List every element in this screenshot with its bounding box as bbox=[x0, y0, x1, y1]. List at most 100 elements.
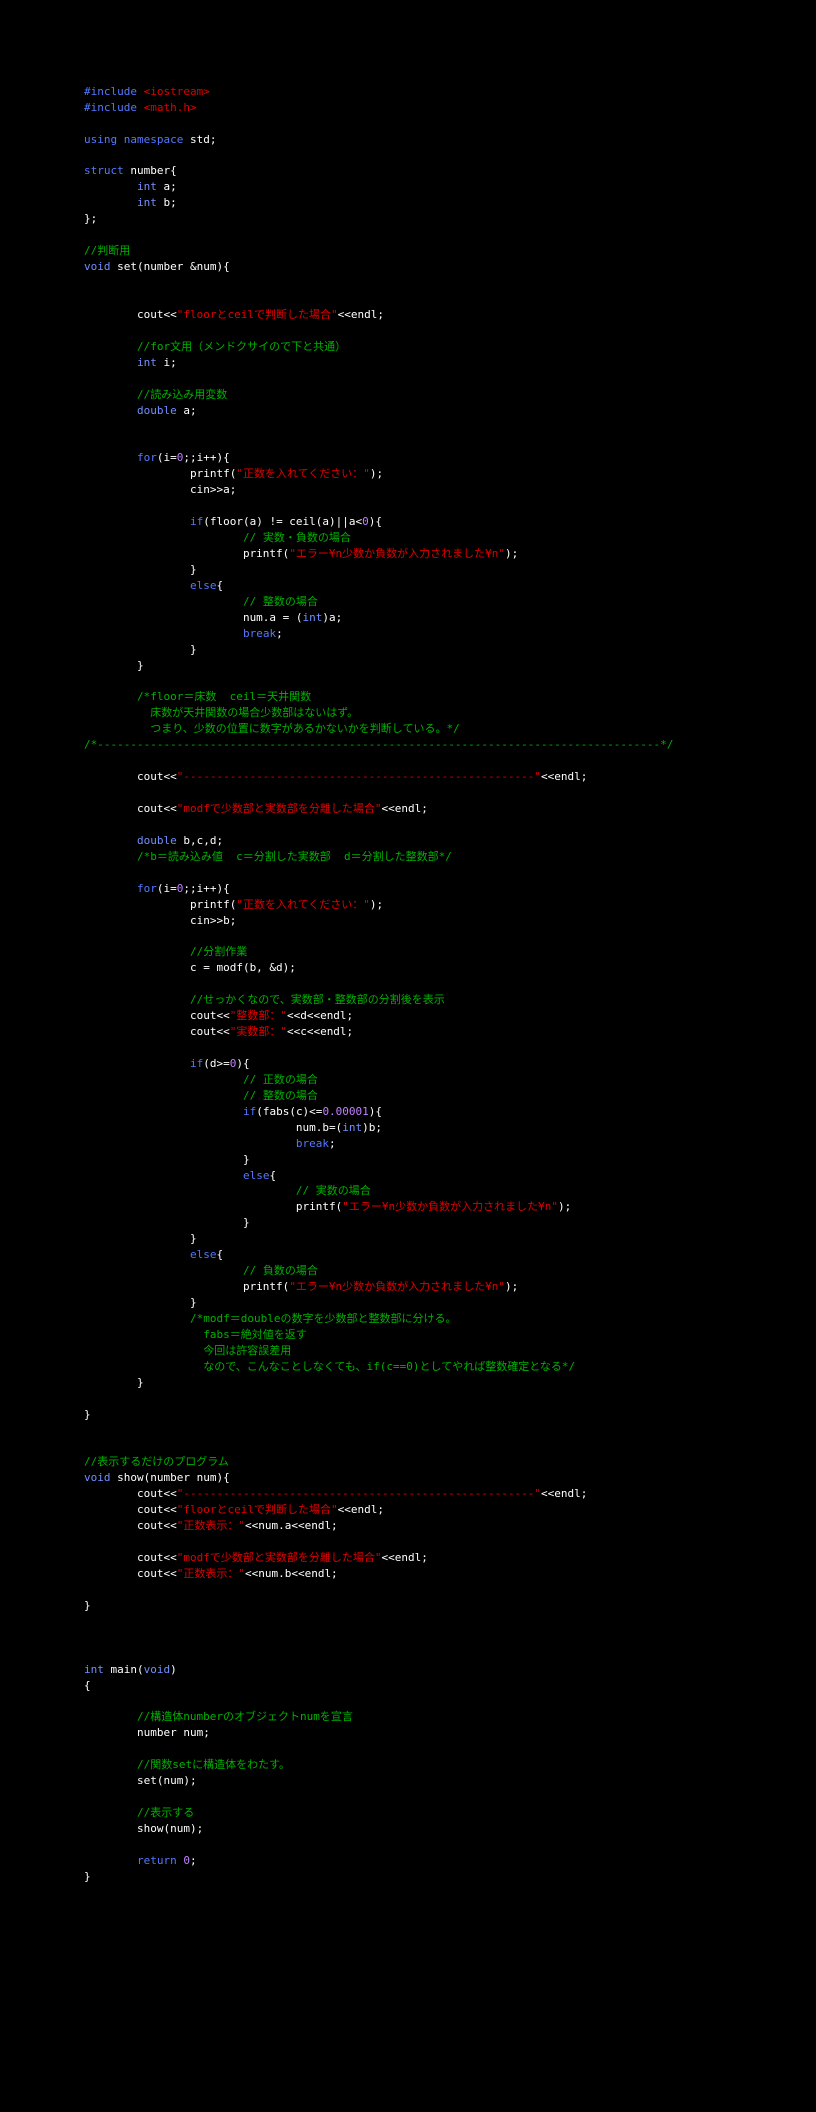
code-line: cout<<"正数表示："<<num.a<<endl; bbox=[84, 1518, 816, 1534]
code-token: ); bbox=[505, 547, 518, 560]
code-line: if(fabs(c)<=0.00001){ bbox=[84, 1104, 816, 1120]
code-line: } bbox=[84, 1295, 816, 1311]
code-token: <<num.b<<endl; bbox=[245, 1567, 338, 1580]
code-token: cout<< bbox=[84, 1487, 177, 1500]
code-token bbox=[84, 1264, 243, 1277]
code-token: //for文用（メンドクサイので下と共通） bbox=[137, 340, 346, 353]
code-token: } bbox=[84, 1599, 91, 1612]
code-token: } bbox=[84, 1296, 197, 1309]
code-token: (d>= bbox=[203, 1057, 230, 1070]
code-line: /*floor＝床数 ceil＝天井関数 bbox=[84, 689, 816, 705]
code-token: i; bbox=[157, 356, 177, 369]
code-token: show(num); bbox=[84, 1822, 203, 1835]
code-line bbox=[84, 1423, 816, 1439]
code-token bbox=[84, 388, 137, 401]
code-line: } bbox=[84, 1152, 816, 1168]
code-token: //分割作業 bbox=[190, 945, 247, 958]
code-token: cout<< bbox=[84, 1519, 177, 1532]
code-line bbox=[84, 1646, 816, 1662]
code-token: /*b＝読み込み値 c＝分割した実数部 d＝分割した整数部*/ bbox=[137, 850, 452, 863]
code-line: つまり、少数の位置に数字があるかないかを判断している。*/ bbox=[84, 721, 816, 737]
code-token bbox=[84, 1073, 243, 1086]
code-token: } bbox=[84, 1216, 250, 1229]
code-line: void set(number &num){ bbox=[84, 259, 816, 275]
code-line: int a; bbox=[84, 179, 816, 195]
code-token: ; bbox=[329, 1137, 336, 1150]
code-line bbox=[84, 291, 816, 307]
code-line: /*modf＝doubleの数字を少数部と整数部に分ける。 bbox=[84, 1311, 816, 1327]
code-line: { bbox=[84, 1678, 816, 1694]
code-line: // 正数の場合 bbox=[84, 1072, 816, 1088]
code-token: } bbox=[84, 1376, 144, 1389]
code-token bbox=[84, 356, 137, 369]
code-line: } bbox=[84, 562, 816, 578]
code-token: int bbox=[137, 356, 157, 369]
code-token: <<endl; bbox=[541, 1487, 587, 1500]
code-line: else{ bbox=[84, 578, 816, 594]
code-line: cout<<"modfで少数部と実数部を分離した場合"<<endl; bbox=[84, 1550, 816, 1566]
code-token: { bbox=[84, 1679, 91, 1692]
code-token: printf( bbox=[84, 1280, 289, 1293]
code-token: (i= bbox=[157, 451, 177, 464]
code-token bbox=[84, 451, 137, 464]
code-token: struct bbox=[84, 164, 124, 177]
code-token bbox=[84, 1758, 137, 1771]
code-token bbox=[84, 627, 243, 640]
code-token: ; bbox=[276, 627, 283, 640]
code-token bbox=[84, 340, 137, 353]
code-token: <iostream> bbox=[144, 85, 210, 98]
code-line bbox=[84, 1582, 816, 1598]
code-token: } bbox=[84, 659, 144, 672]
code-token: //表示する bbox=[137, 1806, 194, 1819]
code-token: "---------------------------------------… bbox=[177, 1487, 541, 1500]
code-line: printf("エラー¥n少数か負数が入力されました¥n"); bbox=[84, 546, 816, 562]
code-line: num.b=(int)b; bbox=[84, 1120, 816, 1136]
code-token: //読み込み用変数 bbox=[137, 388, 227, 401]
code-token: number num; bbox=[84, 1726, 210, 1739]
code-token: double bbox=[137, 404, 177, 417]
code-token: "modfで少数部と実数部を分離した場合" bbox=[177, 802, 382, 815]
code-token: (i= bbox=[157, 882, 177, 895]
code-token: namespace bbox=[124, 133, 184, 146]
code-token bbox=[137, 101, 144, 114]
code-line: // 整数の場合 bbox=[84, 594, 816, 610]
code-line: #include <math.h> bbox=[84, 100, 816, 116]
code-line bbox=[84, 498, 816, 514]
code-token: "整数部：" bbox=[230, 1009, 287, 1022]
code-line: return 0; bbox=[84, 1853, 816, 1869]
code-token: なので、こんなことしなくても、if(c==0)としてやれば整数確定となる*/ bbox=[84, 1360, 575, 1373]
code-token: ) bbox=[170, 1663, 177, 1676]
code-line: cin>>a; bbox=[84, 482, 816, 498]
code-line: cout<<"floorとceilで判断した場合"<<endl; bbox=[84, 1502, 816, 1518]
code-line: //判断用 bbox=[84, 243, 816, 259]
code-token: a; bbox=[177, 404, 197, 417]
code-token: cout<< bbox=[84, 1503, 177, 1516]
code-token: double bbox=[137, 834, 177, 847]
code-token: )b; bbox=[362, 1121, 382, 1134]
code-token bbox=[117, 133, 124, 146]
code-token bbox=[84, 882, 137, 895]
code-line bbox=[84, 1391, 816, 1407]
code-token: "正数表示：" bbox=[177, 1567, 245, 1580]
code-token: つまり、少数の位置に数字があるかないかを判断している。*/ bbox=[84, 722, 460, 735]
code-token: // 整数の場合 bbox=[243, 1089, 318, 1102]
code-token: c = modf(b, &d); bbox=[84, 961, 296, 974]
code-token: } bbox=[84, 1232, 197, 1245]
code-line: c = modf(b, &d); bbox=[84, 960, 816, 976]
code-token bbox=[84, 196, 137, 209]
code-token: /*modf＝doubleの数字を少数部と整数部に分ける。 bbox=[190, 1312, 456, 1325]
code-line bbox=[84, 1693, 816, 1709]
code-line: //構造体numberのオブジェクトnumを宣言 bbox=[84, 1709, 816, 1725]
code-token: for bbox=[137, 882, 157, 895]
code-token: { bbox=[216, 579, 223, 592]
code-line: if(floor(a) != ceil(a)||a<0){ bbox=[84, 514, 816, 530]
code-token: ); bbox=[370, 898, 383, 911]
code-line: 今回は許容誤差用 bbox=[84, 1343, 816, 1359]
code-token: ); bbox=[558, 1200, 571, 1213]
code-token bbox=[84, 1105, 243, 1118]
code-token: void bbox=[144, 1663, 171, 1676]
code-line bbox=[84, 817, 816, 833]
code-token: b,c,d; bbox=[177, 834, 223, 847]
code-line: } bbox=[84, 1407, 816, 1423]
code-line: //分割作業 bbox=[84, 944, 816, 960]
